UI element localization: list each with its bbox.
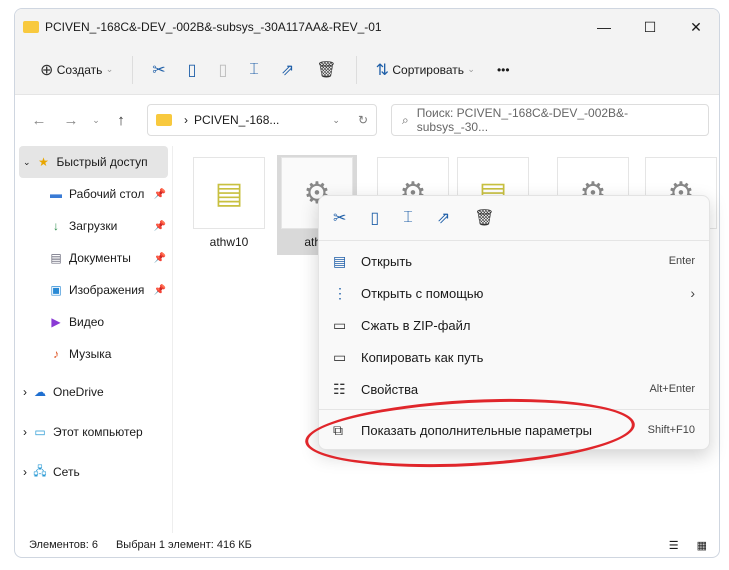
sidebar-item-videos[interactable]: ▶ Видео	[15, 306, 172, 338]
maximize-button[interactable]: ☐	[627, 19, 673, 36]
download-icon: ↓	[53, 219, 59, 233]
menu-item-properties[interactable]: ☷ Свойства Alt+Enter	[319, 373, 709, 405]
menu-separator	[319, 409, 709, 410]
copy-button[interactable]: ▯	[179, 54, 206, 86]
sort-button[interactable]: ⇅ Сортировать ⌄	[367, 54, 484, 86]
sidebar-item-network[interactable]: › 🖧 Сеть	[15, 456, 172, 488]
pin-icon: 📌	[153, 220, 166, 232]
pin-icon: 📌	[153, 284, 166, 296]
sidebar-item-this-pc[interactable]: › ▭ Этот компьютер	[15, 416, 172, 448]
rename-button[interactable]: ⌶	[240, 54, 268, 86]
notepad-icon: ▤	[333, 252, 347, 269]
cloud-icon: ☁	[34, 385, 46, 399]
up-icon[interactable]: ↑	[107, 112, 135, 129]
menu-item-show-more-options[interactable]: ⧉ Показать дополнительные параметры Shift+…	[319, 414, 709, 446]
copy-icon[interactable]: ▯	[370, 208, 379, 228]
share-icon: ⇗	[280, 61, 295, 79]
rename-icon[interactable]: ⌶	[403, 209, 413, 227]
music-icon: ♪	[53, 347, 59, 361]
tiles-view-icon[interactable]: ▦	[697, 539, 707, 552]
delete-button[interactable]: 🗑	[307, 54, 345, 86]
paste-icon: ▯	[218, 61, 228, 79]
toolbar: ⊕ Создать ⌄ ✂ ▯ ▯ ⌶ ⇗ 🗑 ⇅ Сортировать ⌄ …	[15, 45, 719, 95]
open-with-icon: ⋮	[333, 284, 347, 301]
sidebar-item-quick-access[interactable]: ⌄ ★ Быстрый доступ	[19, 146, 168, 178]
share-icon[interactable]: ⇗	[437, 208, 450, 228]
context-menu-actions: ✂ ▯ ⌶ ⇗ 🗑	[319, 196, 709, 241]
search-input[interactable]: ⌕ Поиск: PCIVEN_-168C&-DEV_-002B&-subsys…	[391, 104, 709, 136]
status-bar: Элементов: 6 Выбран 1 элемент: 416 КБ ☰ …	[29, 539, 707, 552]
sidebar: ⌄ ★ Быстрый доступ ▬ Рабочий стол 📌 ↓ Загрузк…	[15, 146, 173, 533]
sidebar-item-documents[interactable]: ▤ Документы 📌	[15, 242, 172, 274]
chevron-down-icon[interactable]: ⌄	[89, 115, 103, 126]
desktop-icon: ▬	[50, 187, 62, 201]
pictures-icon: ▣	[50, 283, 62, 297]
title-bar: PCIVEN_-168C&-DEV_-002B&-subsys_-30A117A…	[15, 9, 719, 45]
star-icon: ★	[38, 155, 49, 169]
menu-item-open-with[interactable]: ⋮ Открыть с помощью ›	[319, 277, 709, 309]
pin-icon: 📌	[153, 252, 166, 264]
chevron-down-icon[interactable]: ⌄	[332, 115, 340, 126]
inf-file-icon: ▤	[193, 157, 265, 229]
trash-icon[interactable]: 🗑	[474, 208, 494, 228]
file-item[interactable]: ▤ athw10	[193, 157, 265, 249]
sidebar-item-pictures[interactable]: ▣ Изображения 📌	[15, 274, 172, 306]
sidebar-item-desktop[interactable]: ▬ Рабочий стол 📌	[15, 178, 172, 210]
properties-icon: ☷	[333, 380, 346, 397]
plus-circle-icon: ⊕	[40, 61, 54, 79]
create-button[interactable]: ⊕ Создать ⌄	[31, 54, 122, 86]
refresh-icon[interactable]: ↻	[358, 113, 368, 127]
sidebar-item-onedrive[interactable]: › ☁ OneDrive	[15, 376, 172, 408]
address-text: PCIVEN_-168...	[194, 113, 280, 127]
cut-button[interactable]: ✂	[143, 54, 174, 86]
window-title: PCIVEN_-168C&-DEV_-002B&-subsys_-30A117A…	[45, 20, 382, 34]
back-icon[interactable]: ←	[25, 112, 53, 129]
navigation-bar: ← → ⌄ ↑ › PCIVEN_-168... ⌄ ↻ ⌕ Поиск: PC…	[15, 95, 719, 145]
close-button[interactable]: ✕	[673, 19, 719, 36]
video-icon: ▶	[51, 315, 61, 329]
context-menu: ✂ ▯ ⌶ ⇗ 🗑 ▤ Открыть Enter ⋮ Открыть с помощ…	[318, 195, 710, 450]
sidebar-item-music[interactable]: ♪ Музыка	[15, 338, 172, 370]
document-icon: ▤	[50, 251, 62, 265]
sidebar-item-downloads[interactable]: ↓ Загрузки 📌	[15, 210, 172, 242]
trash-icon: 🗑	[316, 61, 337, 79]
rename-icon: ⌶	[249, 60, 259, 78]
search-icon: ⌕	[402, 112, 409, 127]
folder-icon	[156, 114, 172, 126]
address-bar[interactable]: › PCIVEN_-168... ⌄ ↻	[147, 104, 377, 136]
expand-icon: ⧉	[333, 421, 343, 438]
folder-icon	[23, 21, 39, 33]
scissors-icon: ✂	[152, 61, 166, 79]
network-icon: 🖧	[33, 463, 47, 478]
forward-icon[interactable]: →	[57, 112, 85, 129]
zip-icon: ▭	[333, 316, 347, 333]
menu-item-copy-path[interactable]: ▭ Копировать как путь	[319, 341, 709, 373]
copy-icon: ▯	[187, 61, 197, 79]
share-button[interactable]: ⇗	[272, 54, 303, 86]
details-view-icon[interactable]: ☰	[669, 539, 679, 552]
menu-item-zip[interactable]: ▭ Сжать в ZIP-файл	[319, 309, 709, 341]
sort-icon: ⇅	[375, 61, 390, 79]
paste-button[interactable]: ▯	[209, 54, 236, 86]
minimize-button[interactable]: —	[581, 19, 627, 36]
scissors-icon[interactable]: ✂	[333, 208, 346, 228]
menu-item-open[interactable]: ▤ Открыть Enter	[319, 245, 709, 277]
computer-icon: ▭	[34, 425, 46, 439]
more-button[interactable]: •••	[488, 54, 519, 86]
path-icon: ▭	[333, 348, 347, 365]
pin-icon: 📌	[153, 188, 166, 200]
